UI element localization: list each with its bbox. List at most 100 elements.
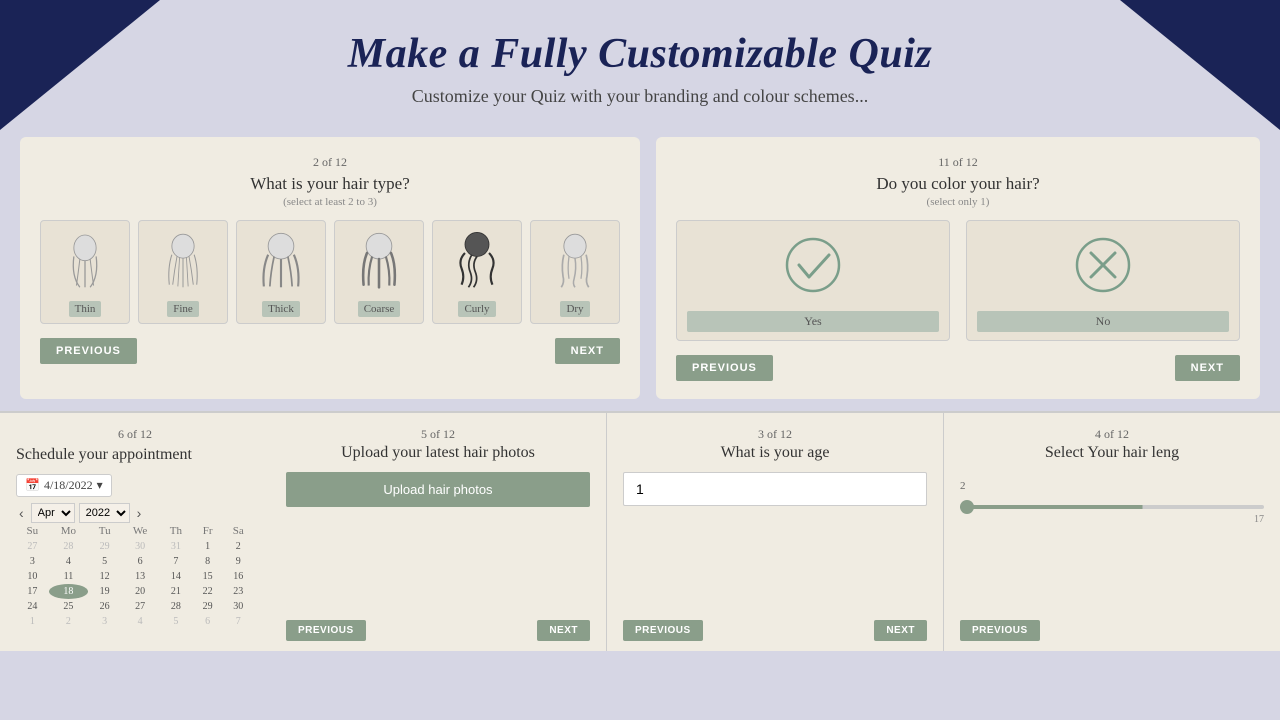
- length-nav: PREVIOUS: [960, 620, 1264, 641]
- cal-day-cell[interactable]: 22: [193, 584, 223, 599]
- curly-hair-icon: [439, 229, 515, 295]
- xmark-icon: [977, 235, 1229, 303]
- cal-day-cell[interactable]: 28: [159, 599, 193, 614]
- cal-day-cell[interactable]: 23: [222, 584, 254, 599]
- checkmark-icon: [687, 235, 939, 303]
- cal-day-cell[interactable]: 7: [159, 554, 193, 569]
- dry-hair-icon: [537, 229, 613, 295]
- cal-day-cell[interactable]: 1: [193, 539, 223, 554]
- calendar-next-month-button[interactable]: ›: [134, 505, 145, 521]
- cal-day-cell[interactable]: 14: [159, 569, 193, 584]
- cal-day-cell[interactable]: 7: [222, 614, 254, 629]
- upload-prev-button[interactable]: PREVIOUS: [286, 620, 366, 641]
- cal-day-cell[interactable]: 2: [49, 614, 88, 629]
- calendar-year-select[interactable]: 2022: [79, 503, 130, 523]
- cal-day-cell[interactable]: 4: [49, 554, 88, 569]
- cal-day-cell[interactable]: 29: [193, 599, 223, 614]
- cal-day-cell[interactable]: 29: [88, 539, 121, 554]
- upload-nav: PREVIOUS NEXT: [286, 620, 590, 641]
- thick-label: Thick: [262, 301, 300, 317]
- slider-max-label: 17: [1254, 514, 1264, 525]
- cal-week-4: 17 18 19 20 21 22 23: [16, 584, 254, 599]
- thin-label: Thin: [69, 301, 102, 317]
- cal-day-cell[interactable]: 27: [16, 539, 49, 554]
- cal-day-cell[interactable]: 13: [121, 569, 159, 584]
- hair-option-thin[interactable]: Thin: [40, 220, 130, 324]
- color-hair-question: Do you color your hair?: [676, 174, 1240, 194]
- length-question: Select Your hair leng: [960, 444, 1264, 462]
- cal-day-cell[interactable]: 24: [16, 599, 49, 614]
- cal-today-cell[interactable]: 18: [49, 584, 88, 599]
- cal-day-cell[interactable]: 11: [49, 569, 88, 584]
- cal-day-cell[interactable]: 26: [88, 599, 121, 614]
- calendar-month-select[interactable]: Apr: [31, 503, 75, 523]
- cal-day-cell[interactable]: 6: [121, 554, 159, 569]
- cal-day-tu: Tu: [88, 523, 121, 539]
- age-prev-button[interactable]: PREVIOUS: [623, 620, 703, 641]
- upload-photos-button[interactable]: Upload hair photos: [286, 472, 590, 507]
- cal-day-cell[interactable]: 3: [88, 614, 121, 629]
- color-hair-prev-button[interactable]: PREVIOUS: [676, 355, 773, 381]
- age-question: What is your age: [623, 444, 927, 462]
- upload-next-button[interactable]: NEXT: [537, 620, 590, 641]
- length-prev-button[interactable]: PREVIOUS: [960, 620, 1040, 641]
- cal-day-cell[interactable]: 30: [222, 599, 254, 614]
- color-hair-sub: (select only 1): [676, 196, 1240, 208]
- calendar-prev-month-button[interactable]: ‹: [16, 505, 27, 521]
- color-hair-step: 11 of 12: [676, 155, 1240, 170]
- cal-day-cell[interactable]: 30: [121, 539, 159, 554]
- fine-label: Fine: [167, 301, 199, 317]
- dry-label: Dry: [560, 301, 589, 317]
- cal-day-th: Th: [159, 523, 193, 539]
- cal-day-cell[interactable]: 31: [159, 539, 193, 554]
- age-next-button[interactable]: NEXT: [874, 620, 927, 641]
- cal-day-cell[interactable]: 16: [222, 569, 254, 584]
- no-option[interactable]: No: [966, 220, 1240, 341]
- cal-day-cell[interactable]: 25: [49, 599, 88, 614]
- cal-day-cell[interactable]: 21: [159, 584, 193, 599]
- cal-day-cell[interactable]: 10: [16, 569, 49, 584]
- yes-option[interactable]: Yes: [676, 220, 950, 341]
- cal-week-3: 10 11 12 13 14 15 16: [16, 569, 254, 584]
- hair-type-sub: (select at least 2 to 3): [40, 196, 620, 208]
- slider-labels: 2: [960, 480, 1264, 492]
- cal-week-2: 3 4 5 6 7 8 9: [16, 554, 254, 569]
- cal-day-cell[interactable]: 5: [159, 614, 193, 629]
- color-hair-next-button[interactable]: NEXT: [1175, 355, 1240, 381]
- hair-length-slider[interactable]: [960, 505, 1264, 509]
- slider-value-label: 2: [960, 480, 966, 492]
- length-slider-container: 2 17: [960, 472, 1264, 533]
- hair-type-next-button[interactable]: NEXT: [555, 338, 620, 364]
- cal-day-su: Su: [16, 523, 49, 539]
- cal-day-cell[interactable]: 2: [222, 539, 254, 554]
- no-label: No: [977, 311, 1229, 332]
- calendar-date-box[interactable]: 📅 4/18/2022 ▾: [16, 474, 112, 497]
- cal-day-cell[interactable]: 9: [222, 554, 254, 569]
- cal-day-cell[interactable]: 28: [49, 539, 88, 554]
- hair-option-thick[interactable]: Thick: [236, 220, 326, 324]
- cal-day-cell[interactable]: 1: [16, 614, 49, 629]
- hair-type-prev-button[interactable]: PREVIOUS: [40, 338, 137, 364]
- cal-day-cell[interactable]: 27: [121, 599, 159, 614]
- cal-day-cell[interactable]: 6: [193, 614, 223, 629]
- cal-day-cell[interactable]: 8: [193, 554, 223, 569]
- thick-hair-icon: [243, 229, 319, 295]
- cal-day-cell[interactable]: 12: [88, 569, 121, 584]
- schedule-card: 6 of 12 Schedule your appointment 📅 4/18…: [0, 411, 270, 651]
- upload-question: Upload your latest hair photos: [286, 444, 590, 462]
- schedule-step: 6 of 12: [16, 427, 254, 442]
- hair-option-curly[interactable]: Curly: [432, 220, 522, 324]
- cal-day-cell[interactable]: 20: [121, 584, 159, 599]
- age-nav: PREVIOUS NEXT: [623, 620, 927, 641]
- cal-day-cell[interactable]: 15: [193, 569, 223, 584]
- cal-day-cell[interactable]: 3: [16, 554, 49, 569]
- hair-option-fine[interactable]: Fine: [138, 220, 228, 324]
- cal-day-cell[interactable]: 4: [121, 614, 159, 629]
- age-step: 3 of 12: [623, 427, 927, 442]
- age-input[interactable]: [623, 472, 927, 506]
- hair-option-dry[interactable]: Dry: [530, 220, 620, 324]
- cal-day-cell[interactable]: 17: [16, 584, 49, 599]
- cal-day-cell[interactable]: 5: [88, 554, 121, 569]
- hair-option-coarse[interactable]: Coarse: [334, 220, 424, 324]
- cal-day-cell[interactable]: 19: [88, 584, 121, 599]
